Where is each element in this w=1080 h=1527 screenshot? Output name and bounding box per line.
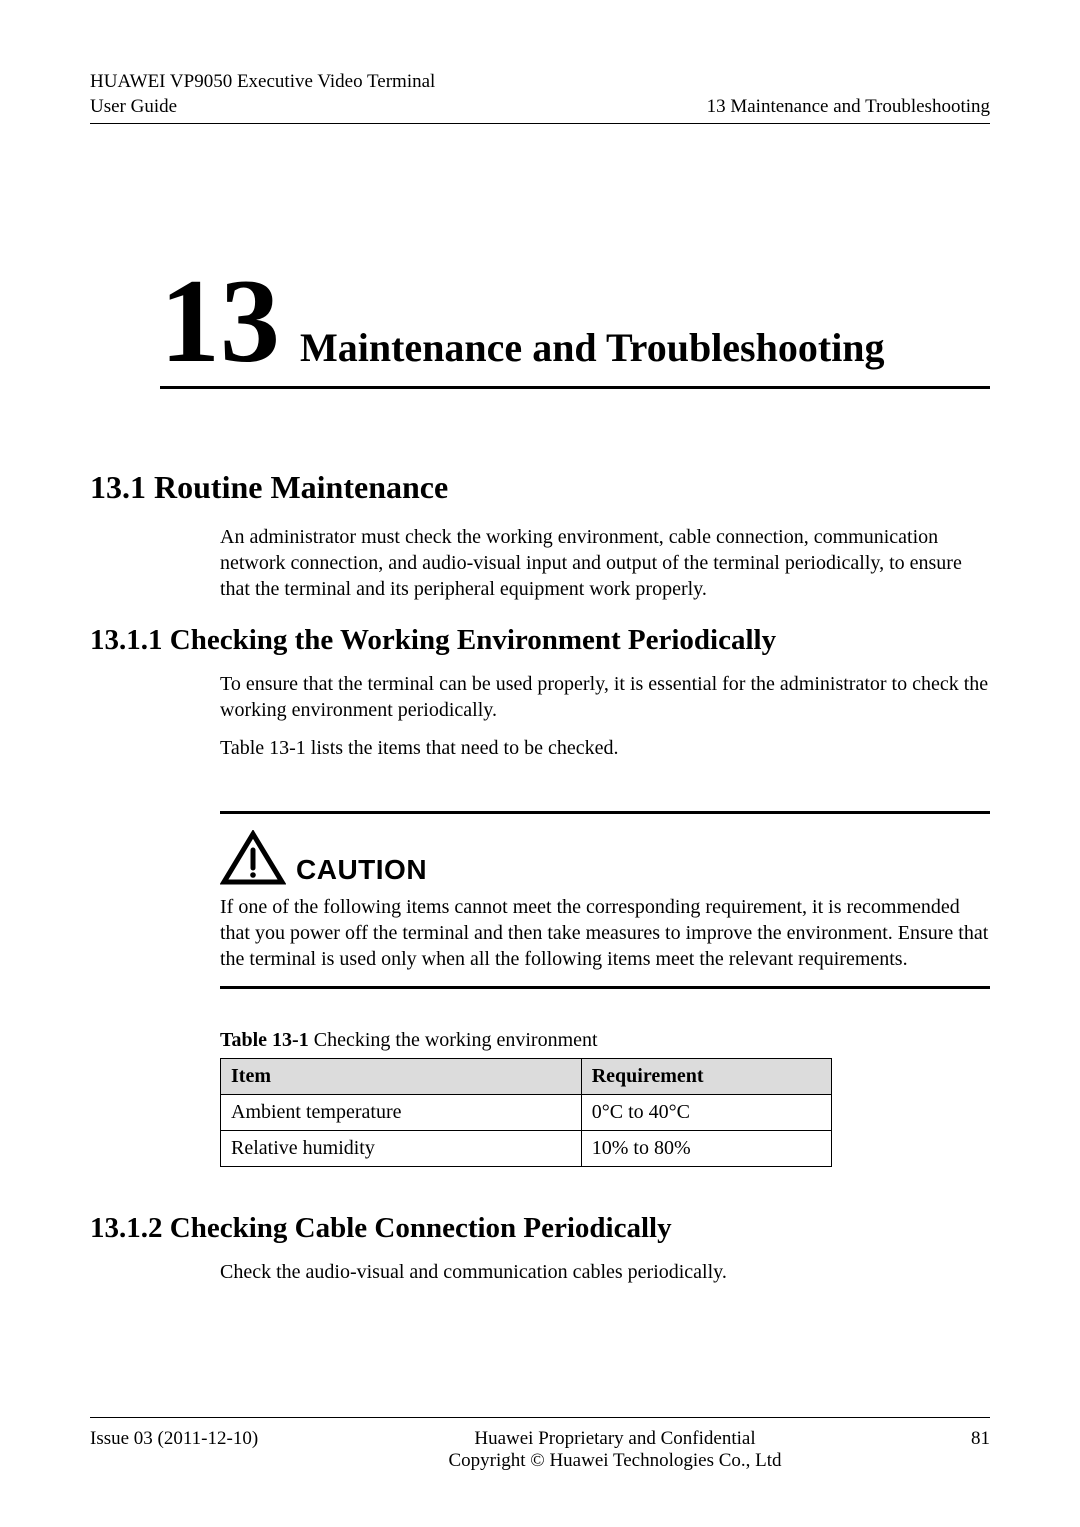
table-caption-text: Checking the working environment	[309, 1029, 598, 1051]
footer-center: Huawei Proprietary and Confidential Copy…	[300, 1428, 930, 1472]
caution-head: CAUTION	[220, 830, 990, 886]
page-header: HUAWEI VP9050 Executive Video Terminal U…	[90, 70, 990, 124]
section-13-1-1-body-1: To ensure that the terminal can be used …	[220, 671, 990, 723]
section-13-1-heading: 13.1 Routine Maintenance	[90, 469, 990, 506]
table-caption: Table 13-1 Checking the working environm…	[220, 1029, 990, 1052]
caution-label: CAUTION	[296, 854, 427, 886]
table-cell-item: Relative humidity	[221, 1131, 582, 1167]
page-container: HUAWEI VP9050 Executive Video Terminal U…	[0, 0, 1080, 1527]
section-13-1-1-heading: 13.1.1 Checking the Working Environment …	[90, 624, 990, 657]
table-header-requirement: Requirement	[581, 1059, 831, 1095]
doc-type: User Guide	[90, 95, 435, 120]
table-cell-item: Ambient temperature	[221, 1095, 582, 1131]
section-13-1-2-heading: 13.1.2 Checking Cable Connection Periodi…	[90, 1212, 990, 1245]
table-row: Ambient temperature 0°C to 40°C	[221, 1095, 832, 1131]
table-header-item: Item	[221, 1059, 582, 1095]
caution-text: If one of the following items cannot mee…	[220, 894, 990, 972]
chapter-title: Maintenance and Troubleshooting	[300, 324, 885, 371]
table-cell-req: 0°C to 40°C	[581, 1095, 831, 1131]
table-cell-req: 10% to 80%	[581, 1131, 831, 1167]
footer-page-number: 81	[930, 1428, 990, 1472]
section-13-1-2-body: Check the audio-visual and communication…	[220, 1259, 990, 1285]
table-caption-label: Table 13-1	[220, 1029, 309, 1051]
section-reference: 13 Maintenance and Troubleshooting	[707, 95, 990, 120]
chapter-number: 13	[160, 264, 280, 378]
footer-copyright: Copyright © Huawei Technologies Co., Ltd	[300, 1450, 930, 1472]
footer-issue: Issue 03 (2011-12-10)	[90, 1428, 300, 1472]
table-header-row: Item Requirement	[221, 1059, 832, 1095]
environment-table: Item Requirement Ambient temperature 0°C…	[220, 1058, 832, 1167]
chapter-title-block: 13 Maintenance and Troubleshooting	[160, 264, 990, 389]
section-13-1-1-body-2: Table 13-1 lists the items that need to …	[220, 735, 990, 761]
footer-confidential: Huawei Proprietary and Confidential	[300, 1428, 930, 1450]
section-13-1-body: An administrator must check the working …	[220, 524, 990, 602]
header-right: 13 Maintenance and Troubleshooting	[707, 95, 990, 120]
table-row: Relative humidity 10% to 80%	[221, 1131, 832, 1167]
header-left: HUAWEI VP9050 Executive Video Terminal U…	[90, 70, 435, 119]
product-name: HUAWEI VP9050 Executive Video Terminal	[90, 70, 435, 95]
caution-block: CAUTION If one of the following items ca…	[220, 811, 990, 989]
page-footer: Issue 03 (2011-12-10) Huawei Proprietary…	[90, 1417, 990, 1472]
caution-icon	[220, 830, 286, 886]
